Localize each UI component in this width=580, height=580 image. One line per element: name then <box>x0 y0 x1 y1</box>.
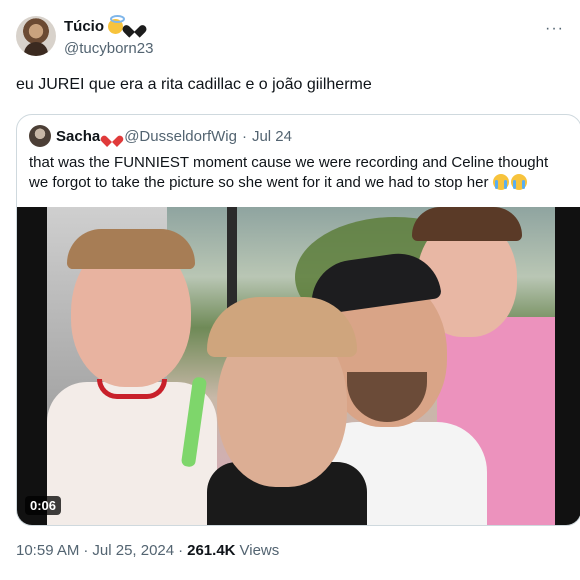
quoted-date: Jul 24 <box>251 127 292 145</box>
quoted-tweet-header: Sacha @DusseldorfWig · Jul 24 <box>29 125 292 147</box>
loudly-crying-face-icon <box>492 174 509 190</box>
quoted-text-body: that was the FUNNIEST moment cause we we… <box>29 154 549 191</box>
dot-separator: · <box>83 542 89 559</box>
more-options-icon[interactable]: ··· <box>545 20 564 38</box>
author-handle[interactable]: @tucyborn23 <box>64 40 153 57</box>
loudly-crying-face-icon <box>510 174 527 190</box>
quoted-author-avatar <box>29 125 51 147</box>
quoted-author-display-name: Sacha <box>56 127 101 145</box>
dot-separator: · <box>241 127 247 145</box>
tweet-meta: 10:59 AM · Jul 25, 2024 · 261.4K Views <box>16 542 279 559</box>
tweet-text: eu JUREI que era a rita cadillac e o joã… <box>16 76 372 93</box>
quoted-tweet-text: that was the FUNNIEST moment cause we we… <box>29 153 569 193</box>
black-heart-emoji-icon <box>127 19 142 34</box>
author-avatar[interactable] <box>16 16 56 56</box>
dot-separator: · <box>178 542 184 559</box>
tweet-header: Túcio @tucyborn23 ··· <box>16 14 564 64</box>
heart-on-fire-emoji-icon <box>105 129 119 143</box>
author-name-row: Túcio <box>64 15 142 35</box>
video-thumbnail <box>47 207 555 525</box>
tweet-date[interactable]: Jul 25, 2024 <box>92 542 174 559</box>
views-count[interactable]: 261.4K <box>187 542 235 559</box>
video-duration-badge: 0:06 <box>25 496 62 515</box>
angel-emoji-icon <box>108 15 125 34</box>
author-display-name[interactable]: Túcio <box>64 18 104 35</box>
quoted-author-handle: @DusseldorfWig <box>124 127 237 145</box>
video-player[interactable]: 0:06 <box>17 207 580 525</box>
quoted-tweet[interactable]: Sacha @DusseldorfWig · Jul 24 that was t… <box>16 114 580 526</box>
tweet-time[interactable]: 10:59 AM <box>16 542 79 559</box>
views-label: Views <box>239 542 280 559</box>
